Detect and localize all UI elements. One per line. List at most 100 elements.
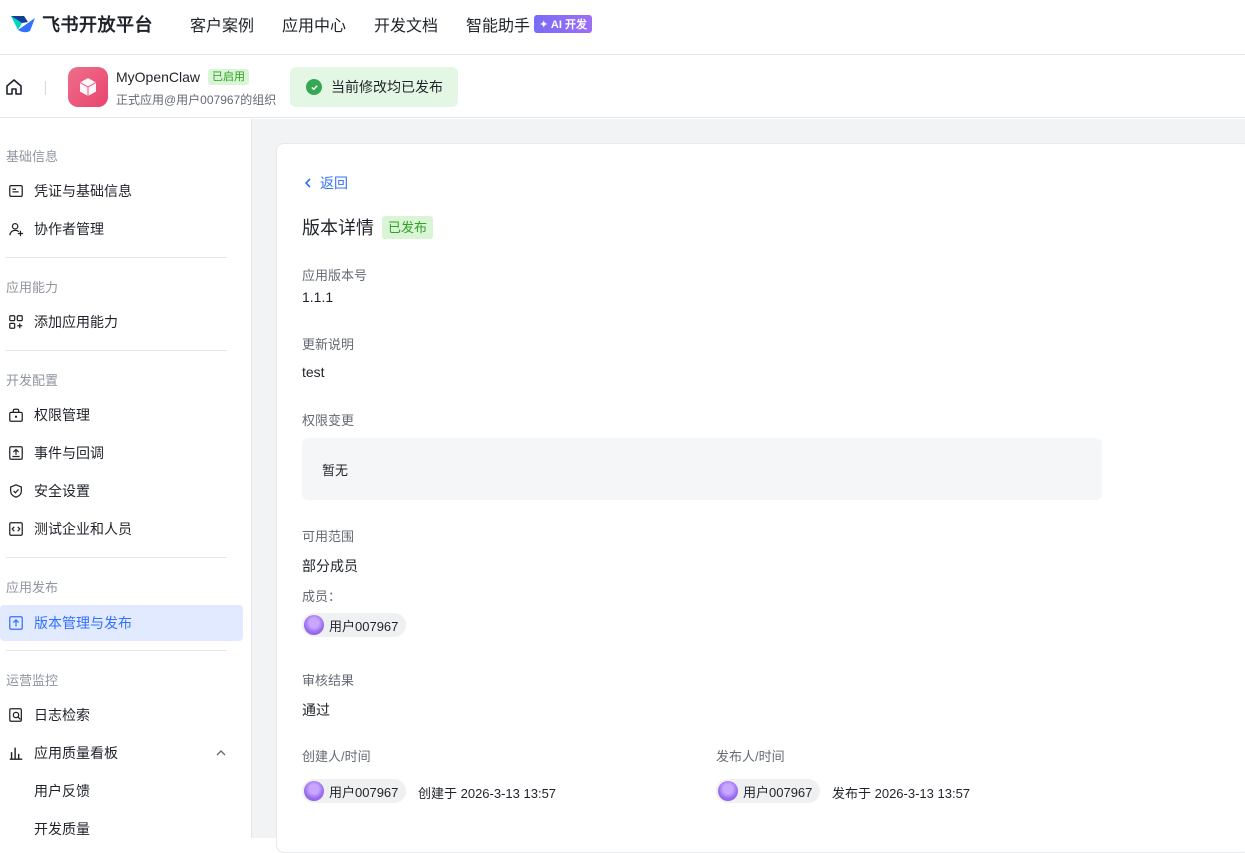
- sidebar-item-label: 日志检索: [34, 707, 90, 723]
- chevron-up-icon[interactable]: [215, 747, 227, 759]
- shield-icon: [7, 482, 25, 500]
- lock-bag-icon: [7, 406, 25, 424]
- publisher-chip[interactable]: 用户007967: [716, 779, 821, 803]
- nav-dev-docs[interactable]: 开发文档: [374, 13, 438, 35]
- event-icon: [7, 444, 25, 462]
- sidebar-item-label: 协作者管理: [34, 221, 104, 237]
- chevron-left-icon: [304, 178, 311, 188]
- sidebar-item-user-feedback[interactable]: 用户反馈: [0, 773, 243, 809]
- sidebar-item-label: 事件与回调: [34, 445, 104, 461]
- member-name: 用户007967: [329, 618, 399, 634]
- perm-label: 权限变更: [302, 413, 355, 428]
- upload-icon: [7, 614, 25, 632]
- sidebar-item-label: 版本管理与发布: [34, 615, 132, 631]
- id-card-icon: [7, 182, 25, 200]
- sidebar-item-label: 权限管理: [34, 407, 90, 423]
- log-search-icon: [7, 706, 25, 724]
- top-navbar: 飞书开放平台 客户案例 应用中心 开发文档 智能助手 ✦ AI 开发: [0, 0, 1245, 55]
- back-link[interactable]: 返回: [302, 173, 348, 193]
- nav-customer-cases[interactable]: 客户案例: [190, 13, 254, 35]
- version-detail-card: 返回 版本详情 已发布 应用版本号 1.1.1 更新说明 test 权限变更 暂…: [276, 143, 1245, 853]
- divider: [6, 350, 227, 351]
- version-value: 1.1.1: [302, 289, 334, 305]
- scope-value: 部分成员: [302, 558, 358, 574]
- section-title: 应用能力: [6, 280, 59, 295]
- review-value: 通过: [302, 702, 330, 718]
- sidebar-item-collaborators[interactable]: 协作者管理: [0, 211, 243, 247]
- publisher-time: 发布于 2026-3-13 13:57: [832, 786, 971, 801]
- sidebar-item-label: 用户反馈: [34, 783, 90, 799]
- nav-app-center[interactable]: 应用中心: [282, 13, 346, 35]
- logo[interactable]: 飞书开放平台: [8, 11, 153, 37]
- ai-dev-badge: ✦ AI 开发: [534, 15, 592, 33]
- sidebar-item-quality-board[interactable]: 应用质量看板: [0, 735, 243, 771]
- sidebar-item-credentials[interactable]: 凭证与基础信息: [0, 173, 243, 209]
- app-status-badge: 已启用: [208, 69, 250, 85]
- nav-ai-assistant-label: 智能助手: [466, 18, 531, 35]
- feishu-logo-icon: [11, 16, 35, 33]
- back-label: 返回: [320, 175, 348, 191]
- divider: [6, 557, 227, 558]
- grid-add-icon: [7, 313, 25, 331]
- app-icon: [68, 67, 108, 107]
- perm-value: 暂无: [322, 462, 349, 478]
- sidebar-item-dev-quality[interactable]: 开发质量: [0, 811, 243, 847]
- sidebar-item-events[interactable]: 事件与回调: [0, 435, 243, 471]
- page-title: 版本详情 已发布: [302, 214, 434, 240]
- sidebar-item-permissions[interactable]: 权限管理: [0, 397, 243, 433]
- bar-chart-icon: [7, 744, 25, 762]
- section-title: 应用发布: [6, 580, 59, 595]
- creator-label: 创建人/时间: [302, 749, 371, 764]
- app-org: 正式应用@用户007967的组织: [116, 93, 277, 107]
- version-label: 应用版本号: [302, 268, 368, 283]
- publish-state-banner: 当前修改均已发布: [290, 67, 458, 107]
- divider: [45, 81, 46, 95]
- publish-state-text: 当前修改均已发布: [331, 79, 443, 95]
- check-circle-icon: [306, 79, 322, 95]
- review-label: 审核结果: [302, 673, 355, 688]
- app-header: MyOpenClaw 已启用 正式应用@用户007967的组织 当前修改均已发布: [0, 55, 1245, 118]
- app-name-text: MyOpenClaw: [116, 69, 201, 85]
- page-title-text: 版本详情: [302, 218, 374, 238]
- sidebar-item-label: 添加应用能力: [34, 314, 118, 330]
- code-icon: [7, 520, 25, 538]
- sidebar-item-label: 安全设置: [34, 483, 90, 499]
- creator-time: 创建于 2026-3-13 13:57: [418, 786, 557, 801]
- divider: [6, 650, 227, 651]
- section-title: 基础信息: [6, 149, 59, 164]
- avatar: [304, 615, 324, 635]
- members-label: 成员：: [302, 589, 342, 604]
- publisher-label: 发布人/时间: [716, 749, 785, 764]
- notes-label: 更新说明: [302, 337, 355, 352]
- perm-box: 暂无: [302, 438, 1102, 500]
- sidebar-item-label: 凭证与基础信息: [34, 183, 132, 199]
- notes-value: test: [302, 364, 325, 380]
- logo-text: 飞书开放平台: [42, 15, 153, 35]
- section-title: 开发配置: [6, 373, 59, 388]
- section-title: 运营监控: [6, 673, 59, 688]
- box-icon: [79, 78, 97, 96]
- member-chip[interactable]: 用户007967: [302, 613, 407, 637]
- home-icon[interactable]: [4, 77, 24, 97]
- sidebar-item-label: 开发质量: [34, 821, 90, 837]
- sidebar-item-test-orgs[interactable]: 测试企业和人员: [0, 511, 243, 547]
- sidebar-item-label: 应用质量看板: [34, 745, 118, 761]
- sidebar-item-log-search[interactable]: 日志检索: [0, 697, 243, 733]
- nav-ai-assistant[interactable]: 智能助手 ✦ AI 开发: [466, 13, 592, 35]
- user-add-icon: [7, 220, 25, 238]
- app-name[interactable]: MyOpenClaw 已启用: [116, 69, 250, 85]
- status-badge: 已发布: [382, 215, 434, 239]
- sidebar-item-add-capability[interactable]: 添加应用能力: [0, 304, 243, 340]
- sidebar-item-security[interactable]: 安全设置: [0, 473, 243, 509]
- scope-label: 可用范围: [302, 529, 355, 544]
- avatar: [718, 781, 738, 801]
- creator-chip[interactable]: 用户007967: [302, 779, 407, 803]
- avatar: [304, 781, 324, 801]
- sidebar-item-label: 测试企业和人员: [34, 521, 132, 537]
- main-content: 返回 版本详情 已发布 应用版本号 1.1.1 更新说明 test 权限变更 暂…: [252, 119, 1245, 853]
- creator-name: 用户007967: [329, 784, 399, 800]
- sidebar: 基础信息 凭证与基础信息 协作者管理 应用能力 添加应用能力 开发配置 权限管理…: [0, 119, 252, 838]
- divider: [6, 257, 227, 258]
- sidebar-item-version-release[interactable]: 版本管理与发布: [0, 605, 243, 641]
- publisher-name: 用户007967: [743, 784, 813, 800]
